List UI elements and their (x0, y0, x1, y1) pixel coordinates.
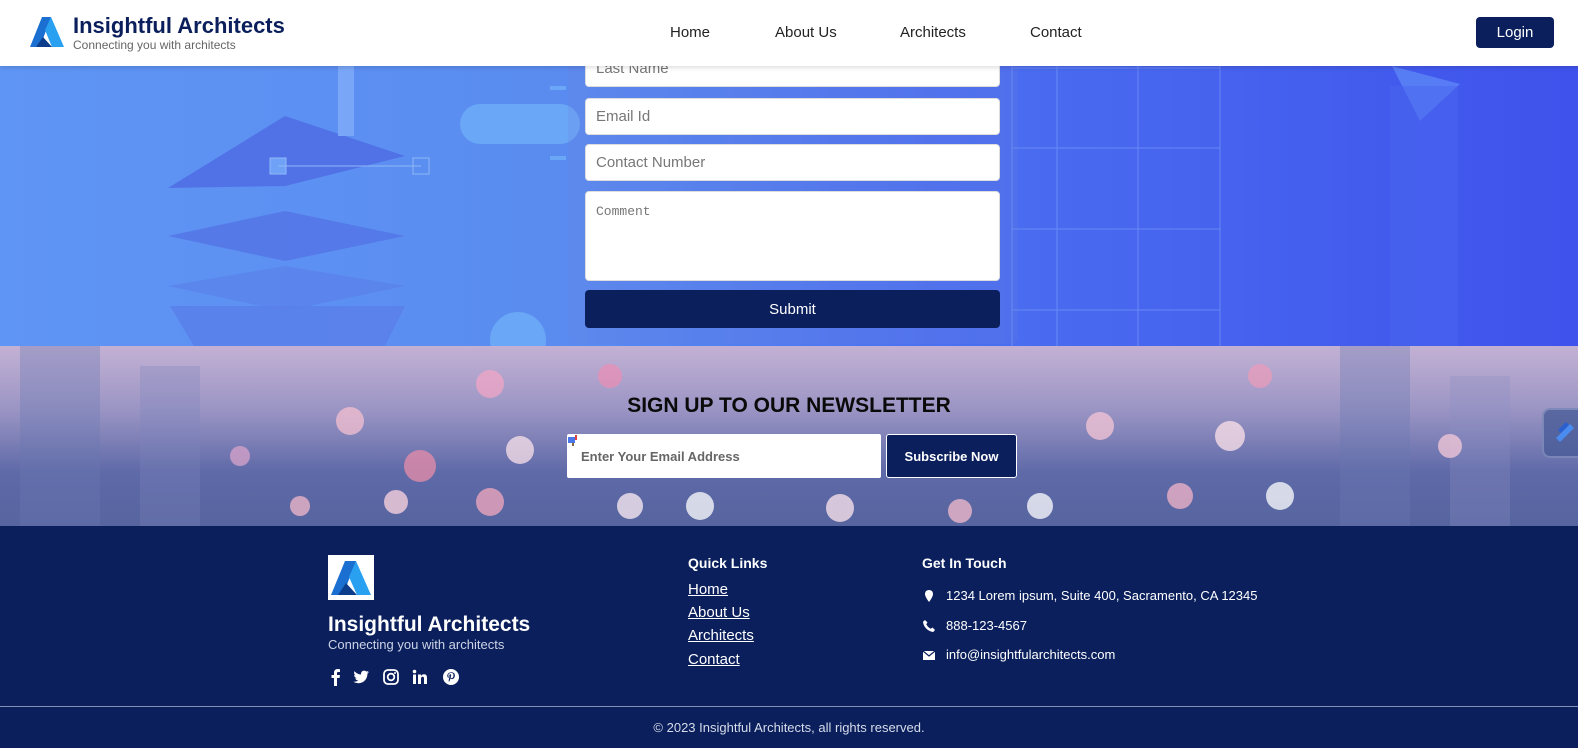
contact-email: info@insightfularchitects.com (922, 647, 1115, 662)
footer-link-contact[interactable]: Contact (688, 651, 740, 668)
get-in-touch-heading: Get In Touch (922, 555, 1007, 571)
email-emoji-icon (568, 435, 577, 446)
login-button[interactable]: Login (1476, 17, 1554, 48)
nav-contact[interactable]: Contact (1030, 24, 1082, 41)
azure-logo-icon (331, 561, 371, 595)
newsletter-title: SIGN UP TO OUR NEWSLETTER (627, 394, 951, 417)
copyright-text: © 2023 Insightful Architects, all rights… (653, 720, 925, 735)
phone-text[interactable]: 888-123-4567 (946, 618, 1027, 633)
floating-widget-button[interactable] (1542, 408, 1578, 458)
site-footer: Insightful Architects Connecting you wit… (0, 526, 1578, 748)
envelope-icon (922, 650, 936, 660)
site-header: Insightful Architects Connecting you wit… (0, 0, 1578, 66)
newsletter-email-input[interactable]: Enter Your Email Address (567, 434, 881, 478)
contact-address: 1234 Lorem ipsum, Suite 400, Sacramento,… (922, 588, 1257, 603)
linkedin-icon[interactable] (411, 668, 429, 686)
newsletter-section: SIGN UP TO OUR NEWSLETTER Enter Your Ema… (0, 346, 1578, 526)
nav-architects[interactable]: Architects (900, 24, 966, 41)
facebook-icon[interactable] (327, 668, 345, 686)
widget-logo-icon (1556, 422, 1574, 442)
pinterest-icon[interactable] (442, 668, 460, 686)
email-field[interactable]: Email Id (585, 98, 1000, 135)
footer-brand-title: Insightful Architects (328, 613, 531, 636)
twitter-icon[interactable] (352, 668, 370, 686)
footer-link-architects[interactable]: Architects (688, 627, 754, 644)
submit-button[interactable]: Submit (585, 290, 1000, 328)
address-text: 1234 Lorem ipsum, Suite 400, Sacramento,… (946, 588, 1258, 603)
footer-link-home[interactable]: Home (688, 581, 728, 598)
newsletter-email-placeholder: Enter Your Email Address (581, 448, 740, 464)
quick-links-heading: Quick Links (688, 555, 768, 571)
nav-about-us[interactable]: About Us (775, 24, 837, 41)
footer-brand-subtitle: Connecting you with architects (328, 637, 505, 652)
contact-number-field[interactable]: Contact Number (585, 144, 1000, 181)
footer-divider (0, 706, 1578, 707)
contact-section: Last Name Email Id Contact Number Commen… (0, 66, 1578, 346)
main-nav: Home About Us Architects Contact (0, 24, 1578, 44)
email-text[interactable]: info@insightfularchitects.com (946, 647, 1115, 662)
contact-phone: 888-123-4567 (922, 618, 1027, 633)
subscribe-button[interactable]: Subscribe Now (886, 434, 1017, 478)
phone-icon (923, 619, 935, 632)
map-pin-icon (925, 589, 933, 602)
footer-link-about-us[interactable]: About Us (688, 604, 750, 621)
last-name-field[interactable]: Last Name (585, 66, 1000, 87)
comment-textarea[interactable]: Comment (585, 191, 1000, 281)
nav-home[interactable]: Home (670, 24, 710, 41)
footer-logo (328, 555, 374, 600)
instagram-icon[interactable] (382, 668, 400, 686)
